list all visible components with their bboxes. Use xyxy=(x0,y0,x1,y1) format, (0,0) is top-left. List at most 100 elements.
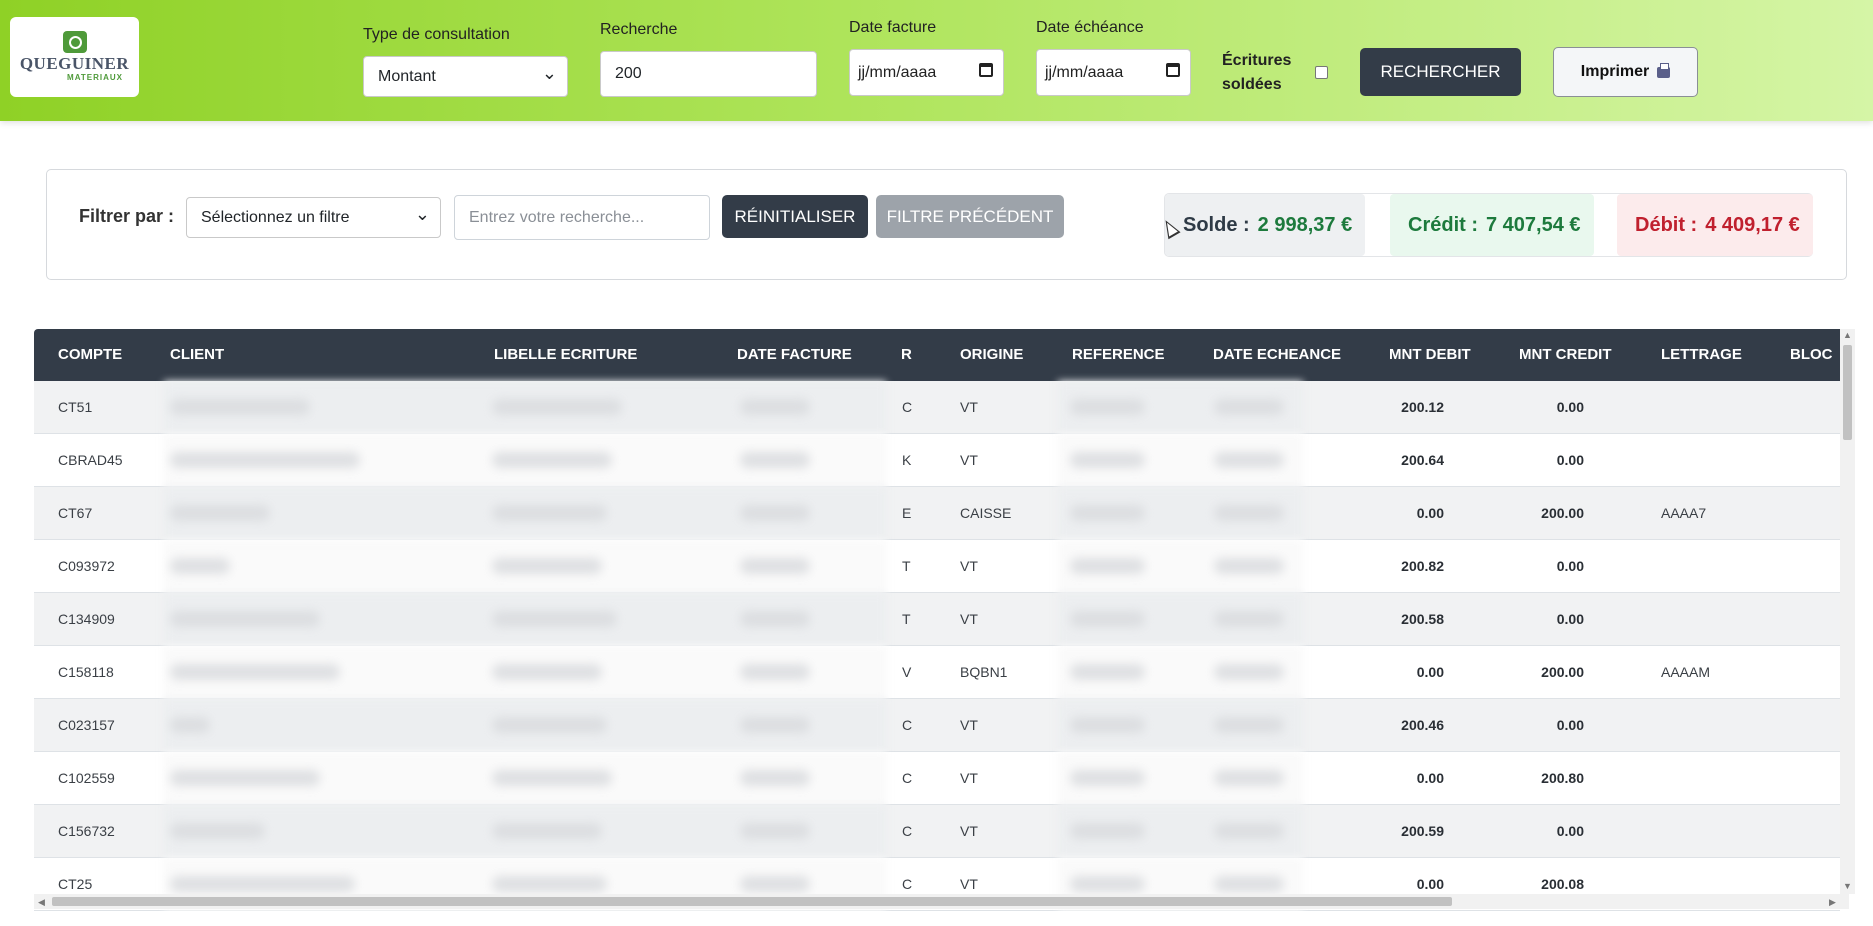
table-row[interactable]: C023157 C VT 200.46 0.00 xyxy=(34,699,1840,752)
previous-filter-button[interactable]: FILTRE PRÉCÉDENT xyxy=(876,195,1064,238)
date-facture-label: Date facture xyxy=(849,19,937,36)
cell-origine: VT xyxy=(960,823,978,839)
scroll-down-arrow-icon[interactable]: ▼ xyxy=(1843,881,1852,891)
cell-mnt-credit: 0.00 xyxy=(1556,823,1584,839)
redacted-date-echeance xyxy=(1214,611,1284,627)
column-header-r[interactable]: R xyxy=(901,329,912,381)
filter-search-input[interactable]: Entrez votre recherche... xyxy=(454,195,710,240)
solde-value: 2 998,37 € xyxy=(1257,213,1353,236)
ecritures-soldees-label: Écritures soldées xyxy=(1222,49,1291,97)
column-header-mnt-credit[interactable]: MNT CREDIT xyxy=(1519,329,1612,381)
redacted-client xyxy=(170,823,265,839)
logo-subtitle: MATERIAUX xyxy=(67,73,123,82)
ecritures-soldees-label-line2: soldées xyxy=(1222,76,1282,93)
redacted-libelle xyxy=(492,664,602,680)
debit-value: 4 409,17 € xyxy=(1705,213,1800,236)
calendar-icon[interactable] xyxy=(1166,63,1180,77)
redacted-reference xyxy=(1070,717,1145,733)
table-row[interactable]: C158118 V BQBN1 0.00 200.00 AAAAM xyxy=(34,646,1840,699)
column-header-libelle[interactable]: LIBELLE ECRITURE xyxy=(494,329,637,381)
date-echeance-input[interactable]: jj/mm/aaaa xyxy=(1036,49,1191,96)
debit-label: Débit : xyxy=(1635,213,1698,236)
cell-compte: CT67 xyxy=(58,505,93,521)
cell-mnt-credit: 0.00 xyxy=(1556,399,1584,415)
column-header-reference[interactable]: REFERENCE xyxy=(1072,329,1165,381)
company-logo[interactable]: QUEGUINER MATERIAUX xyxy=(10,17,139,97)
column-header-client[interactable]: CLIENT xyxy=(170,329,224,381)
redacted-libelle xyxy=(492,611,617,627)
redacted-reference xyxy=(1070,611,1145,627)
redacted-client xyxy=(170,452,360,468)
cell-mnt-debit: 0.00 xyxy=(1416,770,1444,786)
redacted-date-facture xyxy=(740,505,810,521)
redacted-client xyxy=(170,717,210,733)
table-row[interactable]: CT51 C VT 200.12 0.00 xyxy=(34,381,1840,434)
credit-label: Crédit : xyxy=(1408,213,1478,236)
redacted-date-echeance xyxy=(1214,558,1284,574)
column-header-date-echeance[interactable]: DATE ECHEANCE xyxy=(1213,329,1341,381)
cell-compte: CT51 xyxy=(58,399,93,415)
redacted-libelle xyxy=(492,399,622,415)
calendar-icon[interactable] xyxy=(979,63,993,77)
cell-compte: C158118 xyxy=(58,664,114,680)
horizontal-scrollbar-thumb[interactable] xyxy=(52,897,1452,906)
print-button[interactable]: Imprimer xyxy=(1553,47,1698,97)
column-header-mnt-debit[interactable]: MNT DEBIT xyxy=(1389,329,1471,381)
cell-r: V xyxy=(902,664,912,680)
redacted-libelle xyxy=(492,558,602,574)
cell-r: E xyxy=(902,505,912,521)
cell-mnt-credit: 200.00 xyxy=(1541,664,1584,680)
table-row[interactable]: C102559 C VT 0.00 200.80 xyxy=(34,752,1840,805)
cell-r: T xyxy=(902,611,911,627)
column-header-compte[interactable]: COMPTE xyxy=(58,329,122,381)
vertical-scrollbar-thumb[interactable] xyxy=(1843,345,1852,440)
redacted-date-facture xyxy=(740,664,810,680)
type-consultation-select[interactable]: Montant xyxy=(363,56,568,97)
scroll-up-arrow-icon[interactable]: ▲ xyxy=(1843,330,1852,340)
table-row[interactable]: C134909 T VT 200.58 0.00 xyxy=(34,593,1840,646)
table-row[interactable]: C093972 T VT 200.82 0.00 xyxy=(34,540,1840,593)
table-row[interactable]: C156732 C VT 200.59 0.00 xyxy=(34,805,1840,858)
date-echeance-value: jj/mm/aaaa xyxy=(1045,63,1124,81)
redacted-client xyxy=(170,770,320,786)
debit-stat: Débit : 4 409,17 € xyxy=(1617,194,1813,256)
scroll-left-arrow-icon[interactable]: ◀ xyxy=(38,897,45,908)
redacted-client xyxy=(170,664,340,680)
reset-button[interactable]: RÉINITIALISER xyxy=(722,195,868,238)
scroll-right-arrow-icon[interactable]: ▶ xyxy=(1829,897,1836,908)
cell-r: C xyxy=(902,717,913,733)
filter-select[interactable]: Sélectionnez un filtre xyxy=(186,197,441,238)
redacted-date-facture xyxy=(740,452,810,468)
redacted-date-echeance xyxy=(1214,823,1284,839)
redacted-date-facture xyxy=(740,717,810,733)
table-row[interactable]: CT67 E CAISSE 0.00 200.00 AAAA7 xyxy=(34,487,1840,540)
filter-select-value: Sélectionnez un filtre xyxy=(201,208,350,226)
table-row[interactable]: CBRAD45 K VT 200.64 0.00 xyxy=(34,434,1840,487)
ecritures-soldees-checkbox[interactable] xyxy=(1315,66,1328,79)
date-facture-input[interactable]: jj/mm/aaaa xyxy=(849,49,1004,96)
solde-stat: Solde : 2 998,37 € xyxy=(1165,194,1365,256)
ecritures-table: COMPTE CLIENT LIBELLE ECRITURE DATE FACT… xyxy=(34,329,1849,911)
redacted-date-echeance xyxy=(1214,717,1284,733)
logo-icon xyxy=(62,31,87,53)
rechercher-button[interactable]: RECHERCHER xyxy=(1360,48,1521,96)
column-header-lettrage[interactable]: LETTRAGE xyxy=(1661,329,1742,381)
cell-compte: C023157 xyxy=(58,717,115,733)
cell-origine: VT xyxy=(960,770,978,786)
redacted-client xyxy=(170,611,320,627)
cell-mnt-credit: 0.00 xyxy=(1556,452,1584,468)
redacted-reference xyxy=(1070,664,1145,680)
cell-mnt-debit: 200.59 xyxy=(1401,823,1444,839)
cell-mnt-debit: 200.46 xyxy=(1401,717,1444,733)
cell-mnt-debit: 200.58 xyxy=(1401,611,1444,627)
column-header-date-facture[interactable]: DATE FACTURE xyxy=(737,329,852,381)
redacted-reference xyxy=(1070,823,1145,839)
redacted-reference xyxy=(1070,558,1145,574)
column-header-origine[interactable]: ORIGINE xyxy=(960,329,1023,381)
date-echeance-label: Date échéance xyxy=(1036,19,1144,36)
cell-r: C xyxy=(902,823,913,839)
search-input[interactable]: 200 xyxy=(600,51,817,97)
cell-r: C xyxy=(902,770,913,786)
cell-origine: CAISSE xyxy=(960,505,1012,521)
column-header-bloc[interactable]: BLOC xyxy=(1790,329,1833,381)
